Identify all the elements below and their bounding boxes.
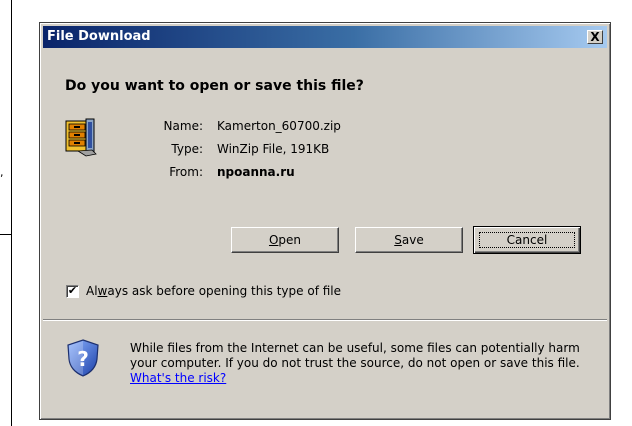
dialog-separator [43, 319, 607, 321]
svg-text:?: ? [77, 347, 89, 371]
close-icon: X [590, 30, 600, 44]
checkmark-icon: ✔ [67, 284, 78, 297]
type-value: WinZip File, 191KB [217, 142, 330, 156]
background-divider [0, 234, 11, 235]
open-mnemonic: O [268, 233, 279, 247]
file-from-row: From: npoanna.ru [40, 165, 600, 183]
file-type-row: Type: WinZip File, 191KB [40, 142, 600, 160]
background-text-fragment: , [0, 166, 4, 179]
download-question: Do you want to open or save this file? [65, 78, 364, 94]
always-ask-checkbox[interactable]: ✔ [66, 285, 79, 298]
shield-question-icon: ? [67, 339, 99, 377]
dialog-titlebar[interactable]: File Download X [43, 26, 607, 48]
warning-text: While files from the Internet can be use… [130, 341, 580, 370]
from-label: From: [169, 165, 203, 179]
dialog-title: File Download [47, 29, 151, 44]
warning-message: While files from the Internet can be use… [130, 341, 600, 386]
cancel-button[interactable]: Cancel [473, 226, 581, 254]
cancel-label: Cancel [506, 233, 548, 247]
close-button[interactable]: X [587, 30, 603, 44]
save-button[interactable]: Save [355, 227, 463, 253]
file-name-row: Name: Kamerton_60700.zip [40, 119, 600, 137]
name-label: Name: [163, 119, 203, 133]
always-ask-label[interactable]: Always ask before opening this type of f… [86, 284, 341, 298]
from-value: npoanna.ru [217, 165, 295, 179]
save-mnemonic: S [394, 233, 402, 247]
file-download-dialog: File Download X Do you want to open or s… [39, 22, 611, 420]
open-label: pen [278, 233, 302, 247]
background-window-edge [11, 0, 12, 426]
save-label: ave [401, 233, 424, 247]
open-button[interactable]: Open [231, 227, 339, 253]
whats-the-risk-link[interactable]: What's the risk? [130, 371, 226, 385]
type-label: Type: [171, 142, 203, 156]
name-value: Kamerton_60700.zip [217, 119, 341, 133]
